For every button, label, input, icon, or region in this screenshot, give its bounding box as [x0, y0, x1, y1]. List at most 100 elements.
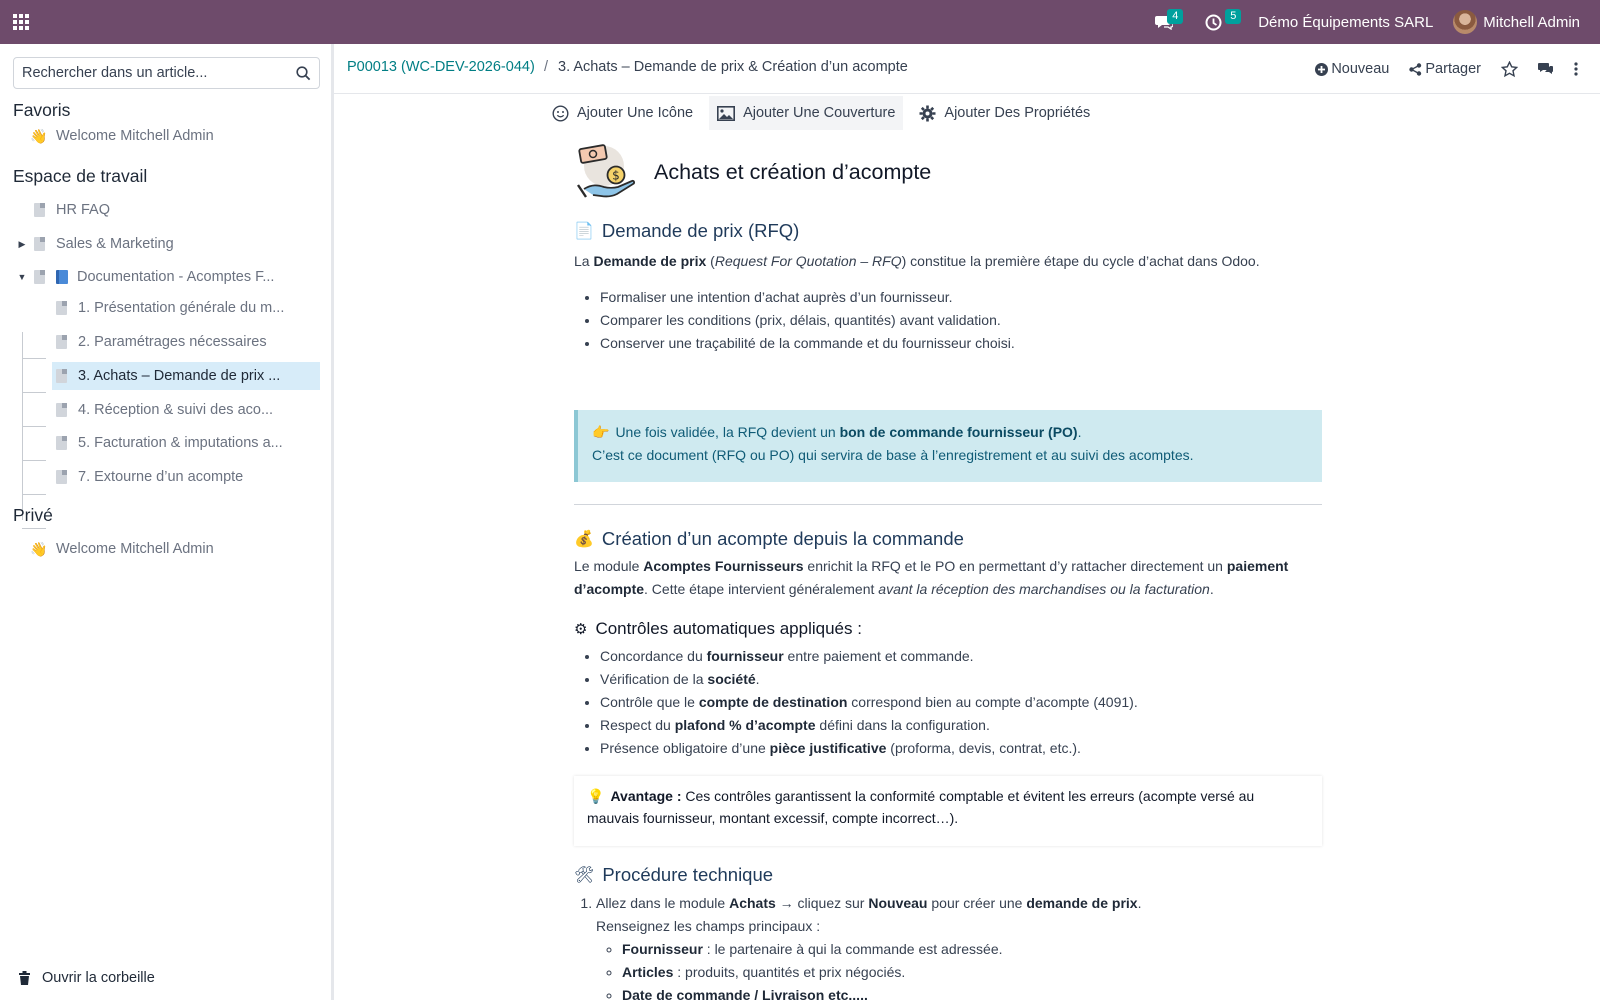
private-title: Privé	[13, 505, 53, 525]
favorite-item-welcome[interactable]: 👋 Welcome Mitchell Admin	[30, 122, 213, 150]
section-heading-procedure: 🛠 Procédure technique	[574, 864, 773, 886]
text-span: : le partenaire à qui la commande est ad…	[702, 941, 1003, 957]
nav-label: Documentation - Acomptes F...	[77, 269, 275, 285]
apps-menu-icon[interactable]	[0, 0, 42, 44]
article-search[interactable]	[13, 57, 320, 89]
text-bold: Demande de prix	[593, 253, 707, 269]
chevron-right-icon[interactable]: ▶	[14, 239, 30, 250]
child-article-2[interactable]: 2. Paramétrages nécessaires	[52, 328, 320, 356]
section-heading-rfq: 📄 Demande de prix (RFQ)	[574, 220, 799, 242]
text-span: .	[1209, 581, 1214, 597]
nav-label: 7. Extourne d’un acompte	[78, 469, 244, 485]
add-properties-button[interactable]: Ajouter Des Propriétés	[911, 96, 1098, 130]
lightbulb-icon: 💡	[587, 788, 605, 804]
chatter-toggle[interactable]	[1528, 54, 1564, 84]
company-switcher[interactable]: Démo Équipements SARL	[1248, 0, 1443, 44]
page-actions: Ajouter Une Icône Ajouter Une Couverture…	[544, 96, 1106, 130]
workspace-title: Espace de travail	[13, 166, 148, 186]
add-icon-button[interactable]: Ajouter Une Icône	[544, 96, 701, 130]
pointing-hand-icon: 👉	[592, 424, 610, 440]
nav-label: 2. Paramétrages nécessaires	[78, 334, 267, 350]
messages-button[interactable]: 4	[1145, 0, 1195, 44]
heading-text: Demande de prix (RFQ)	[601, 220, 800, 241]
book-icon	[56, 270, 68, 284]
child-article-3-active[interactable]: 3. Achats – Demande de prix ...	[52, 362, 320, 390]
waving-hand-icon: 👋	[30, 127, 48, 144]
top-navbar: 4 5 Démo Équipements SARL Mitchell Admin	[0, 0, 1600, 44]
child-article-7[interactable]: 7. Extourne d’un acompte	[52, 463, 320, 491]
comments-icon	[1538, 63, 1553, 74]
image-icon	[717, 105, 736, 121]
smiley-icon	[552, 104, 569, 122]
list-item: Vérification de la société.	[600, 668, 1138, 691]
hand-money-icon[interactable]: $	[574, 141, 636, 203]
child-article-5[interactable]: 5. Facturation & imputations a...	[52, 429, 320, 457]
text-span: Le module	[574, 558, 644, 574]
subheading-controls: ⚙ Contrôles automatiques appliqués :	[574, 619, 862, 639]
text-span: La	[574, 253, 594, 269]
add-cover-button[interactable]: Ajouter Une Couverture	[709, 96, 904, 130]
trash-icon	[19, 971, 30, 985]
user-menu[interactable]: Mitchell Admin	[1443, 0, 1590, 44]
gear-icon	[919, 105, 936, 121]
list-item: Présence obligatoire d’une pièce justifi…	[600, 737, 1138, 760]
search-input[interactable]	[22, 65, 296, 81]
article-title[interactable]: Achats et création d’acompte	[654, 160, 931, 185]
workspace-item-sales-marketing[interactable]: ▶ Sales & Marketing	[14, 230, 174, 258]
text-span: . Cette étape intervient généralement	[644, 581, 879, 597]
info-callout: 👉 Une fois validée, la RFQ devient un bon…	[574, 410, 1322, 482]
text-bold: demande de prix	[1026, 895, 1138, 911]
step-line-2: Renseignez les champs principaux :	[596, 918, 821, 934]
add-cover-label: Ajouter Une Couverture	[743, 105, 896, 121]
workspace-item-hr-faq[interactable]: HR FAQ	[34, 196, 110, 224]
add-properties-label: Ajouter Des Propriétés	[944, 105, 1091, 121]
new-article-button[interactable]: Nouveau	[1305, 54, 1399, 84]
text-italic: Request For Quotation – RFQ	[714, 253, 902, 269]
share-button[interactable]: Partager	[1399, 54, 1491, 84]
text-bold: compte de destination	[698, 694, 848, 710]
private-item-welcome[interactable]: 👋 Welcome Mitchell Admin	[30, 535, 214, 563]
list-item: Formaliser une intention d’achat auprès …	[600, 286, 1015, 309]
article-main: P00013 (WC-DEV-2026-044) / 3. Achats – D…	[334, 44, 1600, 1000]
fields-list: Fournisseur : le partenaire à qui la com…	[622, 938, 1141, 1000]
list-item: Concordance du fournisseur entre paiemen…	[600, 645, 1138, 668]
heading-text: Contrôles automatiques appliqués :	[595, 619, 862, 638]
breadcrumb-parent-link[interactable]: P00013 (WC-DEV-2026-044)	[347, 59, 535, 75]
text-span: défini dans la configuration.	[815, 717, 990, 733]
callout-line-2: C’est ce document (RFQ ou PO) qui servir…	[592, 447, 1194, 463]
text-span: correspond bien au compte d’acompte (409…	[847, 694, 1138, 710]
child-article-4[interactable]: 4. Réception & suivi des aco...	[52, 396, 320, 424]
text-span: entre paiement et commande.	[783, 648, 974, 664]
text-span: → cliquez sur	[775, 895, 869, 911]
chevron-down-icon[interactable]: ▼	[14, 272, 30, 282]
nav-label: Welcome Mitchell Admin	[56, 541, 214, 557]
list-item: Date de commande / Livraison etc.....	[622, 984, 1141, 1000]
workspace-item-documentation[interactable]: ▼ Documentation - Acomptes F...	[14, 263, 275, 291]
tip-callout: 💡 Avantage : Ces contrôles garantissent l…	[574, 776, 1322, 846]
list-item: Conserver une traçabilité de la commande…	[600, 332, 1015, 355]
open-trash-button[interactable]: Ouvrir la corbeille	[18, 970, 155, 986]
page-icon: 📄	[574, 223, 594, 240]
more-options-button[interactable]	[1564, 54, 1588, 84]
avatar	[1453, 10, 1478, 34]
user-name: Mitchell Admin	[1483, 13, 1580, 31]
document-icon	[34, 237, 45, 251]
rfq-bullet-list: Formaliser une intention d’achat auprès …	[600, 286, 1015, 355]
search-icon[interactable]	[296, 65, 311, 81]
document-icon	[56, 436, 67, 450]
document-icon	[56, 470, 67, 484]
tree-branch	[22, 392, 46, 393]
activities-button[interactable]: 5	[1195, 0, 1248, 44]
tree-branch	[22, 494, 46, 495]
plus-circle-icon	[1315, 62, 1329, 76]
text-bold: plafond % d’acompte	[674, 717, 816, 733]
child-article-1[interactable]: 1. Présentation générale du m...	[52, 294, 320, 322]
nav-label: 1. Présentation générale du m...	[78, 300, 285, 316]
svg-text:$: $	[612, 169, 620, 183]
new-label: Nouveau	[1331, 61, 1390, 77]
tree-branch	[22, 426, 46, 427]
text-bold: société	[707, 671, 756, 687]
favorite-toggle[interactable]	[1491, 54, 1528, 84]
text-span: (proforma, devis, contrat, etc.).	[886, 740, 1081, 756]
kebab-menu-icon	[1574, 62, 1578, 76]
